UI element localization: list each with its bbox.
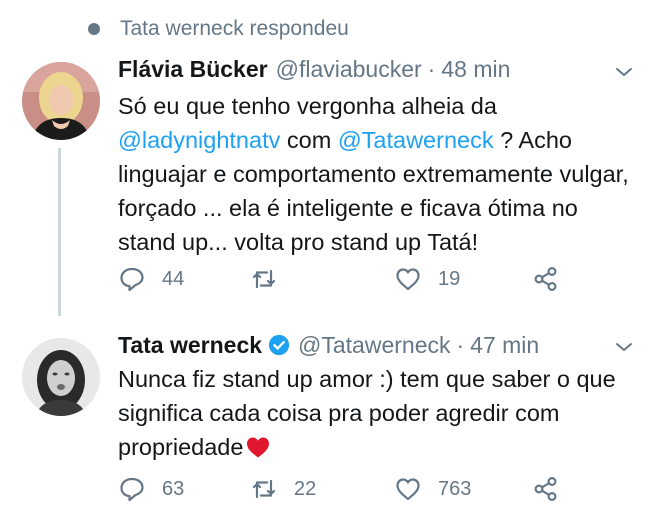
tweet-header-2: Tata werneck @Tatawerneck · 47 min (118, 331, 539, 359)
reply-icon (120, 267, 144, 292)
avatar-flavia-image (22, 62, 100, 140)
like-count: 763 (438, 477, 472, 500)
mention-link[interactable]: @ladynightnatv (118, 127, 280, 153)
share-icon (534, 476, 557, 502)
author-name[interactable]: Flávia Bücker (118, 56, 268, 83)
retweet-count: 22 (294, 477, 317, 500)
red-heart-emoji-icon (247, 437, 270, 458)
tweet-text-segment: Só eu que tenho vergonha alheia da (118, 93, 497, 119)
tweet-text-segment: Nunca fiz stand up amor :) tem que saber… (118, 366, 616, 460)
avatar-tata-image (22, 338, 100, 416)
tweet-actions-1: 44 19 (118, 264, 638, 294)
retweet-icon (252, 269, 276, 289)
retweet-icon (252, 479, 276, 499)
chevron-down-icon[interactable] (612, 60, 636, 84)
share-icon (534, 266, 557, 292)
share-button[interactable] (532, 474, 560, 504)
retweet-button[interactable] (250, 264, 294, 294)
author-name[interactable]: Tata werneck (118, 332, 262, 359)
reply-context-dot-icon (88, 23, 100, 35)
heart-outline-icon (396, 268, 420, 291)
tweet-text-segment: com (280, 127, 338, 153)
reply-icon (120, 477, 144, 502)
tweet-timestamp[interactable]: 47 min (470, 332, 539, 359)
tweet-text-1: Só eu que tenho vergonha alheia da @lady… (118, 89, 638, 259)
share-button[interactable] (532, 264, 560, 294)
mention-link[interactable]: @Tatawerneck (338, 127, 494, 153)
tweet-timestamp[interactable]: 48 min (441, 56, 510, 83)
header-separator: · (427, 56, 436, 82)
author-handle[interactable]: @Tatawerneck (298, 332, 450, 359)
reply-context-text: Tata werneck respondeu (120, 17, 349, 40)
reply-count: 63 (162, 477, 185, 500)
avatar-flavia[interactable] (22, 62, 100, 140)
reply-button[interactable]: 63 (118, 474, 184, 504)
avatar-tata[interactable] (22, 338, 100, 416)
tweet-text-2: Nunca fiz stand up amor :) tem que saber… (118, 362, 638, 464)
thread-connector-line (58, 148, 61, 316)
reply-button[interactable]: 44 (118, 264, 184, 294)
retweet-button[interactable]: 22 (250, 474, 316, 504)
tweet-header-1: Flávia Bücker @flaviabucker · 48 min (118, 56, 510, 83)
like-button[interactable]: 763 (394, 474, 471, 504)
verified-badge-icon (268, 334, 290, 356)
chevron-down-icon[interactable] (612, 335, 636, 359)
like-count: 19 (438, 267, 461, 290)
header-separator: · (456, 332, 465, 358)
reply-context: Tata werneck respondeu (86, 14, 349, 44)
tweet-actions-2: 63 22 763 (118, 474, 638, 504)
like-button[interactable]: 19 (394, 264, 460, 294)
heart-outline-icon (396, 478, 420, 501)
reply-count: 44 (162, 267, 185, 290)
author-handle[interactable]: @flaviabucker (276, 56, 422, 83)
